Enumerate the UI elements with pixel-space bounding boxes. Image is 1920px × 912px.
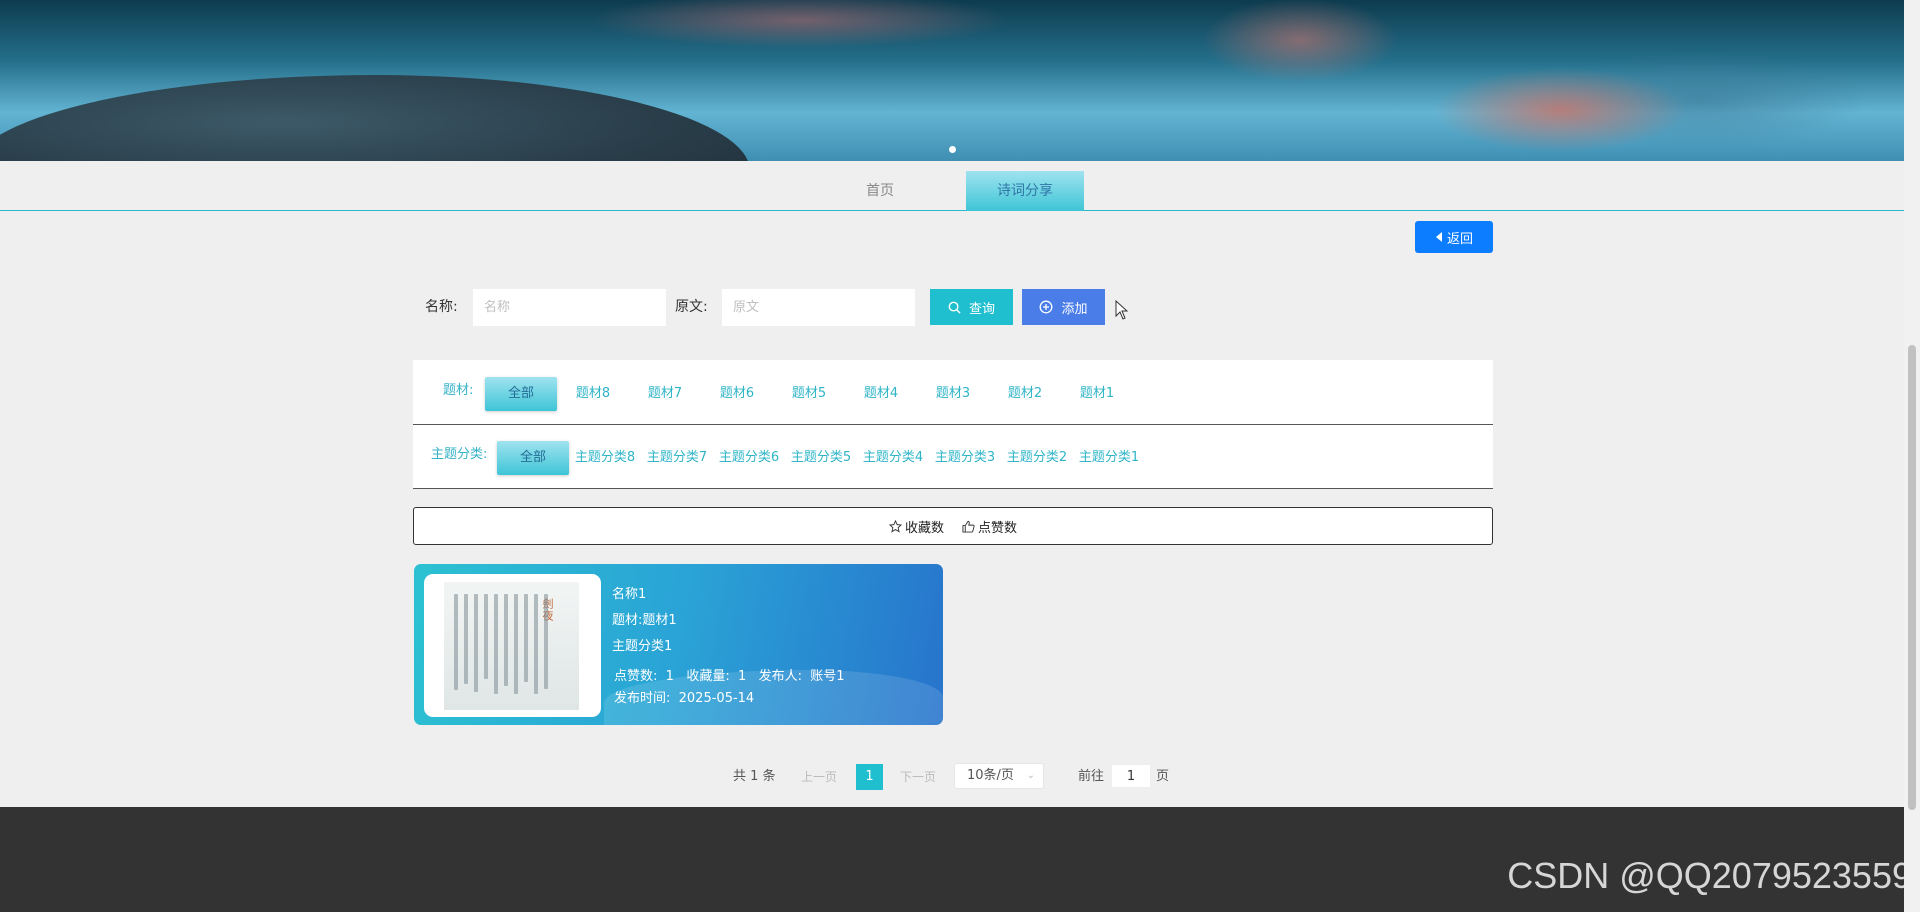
- add-button[interactable]: 添加: [1022, 289, 1105, 325]
- poem-card-publish-time: 发布时间: 2025-05-14: [614, 691, 755, 706]
- poem-line: [514, 594, 518, 694]
- theme-chip[interactable]: 主题分类2: [1001, 441, 1073, 475]
- add-button-label: 添加: [1061, 301, 1088, 317]
- pagination-page-1[interactable]: 1: [856, 764, 883, 790]
- back-button-label: 返回: [1446, 230, 1473, 246]
- pagination-prev-button[interactable]: 上一页: [801, 767, 837, 787]
- mouse-cursor-icon: [1115, 300, 1129, 320]
- carousel-indicator-dot[interactable]: [949, 146, 956, 153]
- watermark: CSDN @QQ2079523559: [1507, 855, 1912, 896]
- subject-chip[interactable]: 题材5: [773, 377, 845, 411]
- subject-chip[interactable]: 题材4: [845, 377, 917, 411]
- top-nav: 首页 诗词分享: [0, 161, 1904, 211]
- sort-bar: 收藏数 点赞数: [413, 507, 1493, 545]
- poem-line: [454, 594, 458, 690]
- chevron-down-icon: ⌄: [1026, 770, 1035, 781]
- poem-line: [464, 594, 468, 684]
- name-search-input[interactable]: [473, 289, 666, 326]
- subject-chip[interactable]: 题材2: [989, 377, 1061, 411]
- original-text-label: 原文:: [675, 299, 708, 315]
- theme-chip[interactable]: 主题分类1: [1073, 441, 1145, 475]
- page-unit-label: 页: [1156, 769, 1170, 784]
- subject-chip[interactable]: 题材1: [1061, 377, 1133, 411]
- plus-circle-icon: [1040, 300, 1053, 314]
- poem-line: [504, 594, 508, 686]
- poem-line: [524, 594, 528, 682]
- sort-likes-label: 点赞数: [978, 520, 1018, 536]
- subject-chip-all[interactable]: 全部: [485, 377, 557, 411]
- back-button[interactable]: 返回: [1415, 221, 1493, 253]
- goto-label: 前往: [1078, 769, 1105, 784]
- thumbs-up-icon: [962, 520, 975, 533]
- page-size-select[interactable]: 10条/页 ⌄: [954, 763, 1044, 789]
- theme-chip-all[interactable]: 全部: [497, 441, 569, 475]
- subject-filter-row: 题材: 全部 题材8 题材7 题材6 题材5 题材4 题材3 题材2 题材1: [413, 360, 1493, 425]
- poem-line: [474, 594, 478, 692]
- search-icon: [948, 301, 961, 314]
- subject-filter-label: 题材:: [443, 383, 474, 398]
- name-label: 名称:: [425, 299, 458, 315]
- poem-card-name: 名称1: [612, 587, 647, 602]
- sort-by-likes[interactable]: 点赞数: [962, 517, 1017, 536]
- banner-rock: [0, 75, 750, 161]
- nav-item-poetry-share[interactable]: 诗词分享: [966, 171, 1084, 211]
- theme-chip[interactable]: 主题分类5: [785, 441, 857, 475]
- caret-left-icon: [1435, 232, 1442, 242]
- theme-chip[interactable]: 主题分类3: [929, 441, 1001, 475]
- goto-page-input[interactable]: [1111, 764, 1151, 788]
- poem-line: [484, 594, 488, 679]
- subject-chip[interactable]: 题材7: [629, 377, 701, 411]
- poem-card-theme: 主题分类1: [612, 639, 673, 654]
- sort-favorites-label: 收藏数: [904, 520, 944, 536]
- query-button-label: 查询: [968, 301, 995, 317]
- star-icon: [888, 519, 902, 533]
- theme-chip[interactable]: 主题分类6: [713, 441, 785, 475]
- page-scrollbar[interactable]: [1904, 0, 1920, 912]
- sort-by-favorites[interactable]: 收藏数: [888, 517, 944, 536]
- nav-item-home[interactable]: 首页: [830, 171, 930, 211]
- poem-line: [544, 594, 548, 689]
- poem-card[interactable]: 劍夜 名称1 题材:题材1 主题分类1 点赞数: 1 收藏量: 1 发布人: 账…: [414, 564, 943, 725]
- page-size-value: 10条/页: [967, 768, 1014, 783]
- subject-chip[interactable]: 题材8: [557, 377, 629, 411]
- original-text-search-input[interactable]: [722, 289, 915, 326]
- subject-chip[interactable]: 题材3: [917, 377, 989, 411]
- theme-filter-label: 主题分类:: [431, 447, 488, 462]
- poem-card-image: 劍夜: [424, 574, 601, 717]
- pagination-next-button[interactable]: 下一页: [900, 767, 936, 787]
- poem-card-subject: 题材:题材1: [612, 613, 677, 628]
- pagination-total: 共 1 条: [733, 769, 776, 784]
- poem-card-stats: 点赞数: 1 收藏量: 1 发布人: 账号1: [614, 669, 845, 684]
- theme-filter-row: 主题分类: 全部 主题分类8 主题分类7 主题分类6 主题分类5 主题分类4 主…: [413, 425, 1493, 489]
- subject-chip[interactable]: 题材6: [701, 377, 773, 411]
- hero-banner: [0, 0, 1904, 161]
- poem-line: [534, 594, 538, 694]
- theme-chip[interactable]: 主题分类4: [857, 441, 929, 475]
- theme-chip[interactable]: 主题分类8: [569, 441, 641, 475]
- poem-scroll-image: 劍夜: [444, 582, 579, 710]
- theme-chip[interactable]: 主题分类7: [641, 441, 713, 475]
- poem-line: [494, 594, 498, 694]
- scrollbar-thumb[interactable]: [1908, 345, 1916, 810]
- query-button[interactable]: 查询: [930, 289, 1013, 325]
